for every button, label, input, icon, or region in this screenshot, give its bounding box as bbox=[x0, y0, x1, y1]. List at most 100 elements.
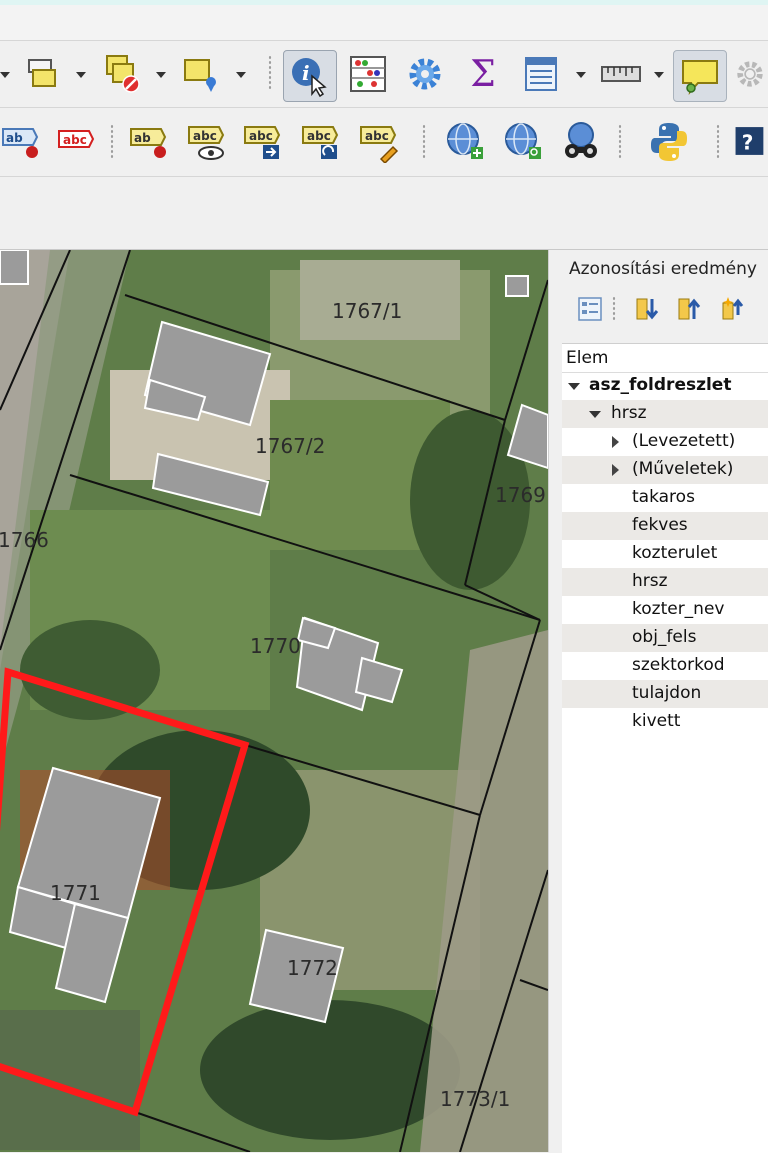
results-tree: Elem asz_foldreszlet hrsz (Levezetett) (… bbox=[562, 343, 768, 1153]
tree-item-attribute[interactable]: kozterulet bbox=[562, 540, 768, 568]
tree-item-attribute[interactable]: hrsz bbox=[562, 568, 768, 596]
toolbar-separator bbox=[110, 124, 114, 158]
attribute-name: szektorkod bbox=[632, 655, 725, 675]
python-console-button[interactable] bbox=[644, 116, 694, 166]
help-icon: ? bbox=[735, 127, 764, 155]
processing-toolbox-button[interactable] bbox=[400, 49, 450, 99]
attribute-name: kozter_nev bbox=[632, 599, 725, 619]
parcel-label: 1767/2 bbox=[255, 434, 325, 458]
sigma-icon: Σ bbox=[470, 53, 496, 95]
attribute-name: tulajdon bbox=[632, 683, 702, 703]
tree-item-attribute[interactable]: obj_fels bbox=[562, 624, 768, 652]
add-wms-layer-button[interactable] bbox=[440, 116, 490, 166]
tree-item-attribute[interactable]: takaros bbox=[562, 484, 768, 512]
rotate-label-button[interactable]: abc bbox=[296, 116, 346, 166]
binoculars-globe-icon bbox=[565, 122, 597, 158]
open-attribute-table-button[interactable] bbox=[516, 49, 566, 99]
expand-arrow-icon[interactable] bbox=[612, 464, 619, 476]
dropdown-arrow-icon[interactable] bbox=[576, 72, 586, 78]
label-move-icon: abc bbox=[244, 126, 281, 159]
expand-tree-icon bbox=[578, 297, 602, 321]
metasearch-button[interactable] bbox=[556, 116, 606, 166]
speech-bubble-icon bbox=[682, 60, 718, 96]
plugin-button-partial[interactable] bbox=[732, 49, 768, 99]
label-edit-icon: abc bbox=[360, 126, 399, 163]
svg-text:abc: abc bbox=[307, 129, 331, 143]
pin-unpin-labels-button[interactable]: ab bbox=[124, 116, 174, 166]
dropdown-arrow-icon[interactable] bbox=[76, 72, 86, 78]
parcel-label: 1767/1 bbox=[332, 299, 402, 323]
collapse-arrow-icon[interactable] bbox=[589, 411, 601, 418]
collapse-arrow-icon[interactable] bbox=[568, 383, 580, 390]
map-rendering: 1767/1 1767/2 1769 1766 1770 1771 1772 1… bbox=[0, 250, 548, 1152]
layer-name: asz_foldreszlet bbox=[589, 375, 732, 395]
select-features-button[interactable] bbox=[18, 49, 68, 99]
search-wms-button[interactable] bbox=[498, 116, 548, 166]
panel-splitter[interactable] bbox=[548, 250, 563, 1152]
aerial-trees bbox=[200, 1000, 460, 1140]
tree-item-feature[interactable]: hrsz bbox=[562, 400, 768, 428]
tree-item-attribute[interactable]: fekves bbox=[562, 512, 768, 540]
measure-line-button[interactable] bbox=[596, 49, 646, 99]
feature-name: hrsz bbox=[611, 403, 647, 423]
globe-search-icon bbox=[505, 123, 541, 159]
collapse-all-button[interactable] bbox=[674, 293, 706, 325]
map-tips-button[interactable] bbox=[673, 50, 727, 102]
move-label-button[interactable]: abc bbox=[238, 116, 288, 166]
python-icon bbox=[651, 123, 687, 161]
label-highlight-button[interactable]: abc bbox=[50, 116, 100, 166]
map-canvas[interactable]: 1767/1 1767/2 1769 1766 1770 1771 1772 1… bbox=[0, 250, 548, 1152]
expand-all-icon bbox=[636, 298, 659, 320]
panel-title: Azonosítási eredmény bbox=[569, 259, 757, 279]
parcel-label: 1769 bbox=[495, 483, 546, 507]
collapse-all-icon bbox=[678, 298, 701, 320]
tree-item-attribute[interactable]: kozter_nev bbox=[562, 596, 768, 624]
attributes-toolbar: i Σ bbox=[0, 41, 768, 108]
tree-item-group[interactable]: (Levezetett) bbox=[562, 428, 768, 456]
dropdown-arrow-icon[interactable] bbox=[156, 72, 166, 78]
select-by-location-button[interactable] bbox=[176, 49, 226, 99]
svg-text:ab: ab bbox=[6, 131, 23, 145]
deselect-features-button[interactable] bbox=[98, 49, 148, 99]
sparkle-icon bbox=[722, 297, 744, 320]
expand-arrow-icon[interactable] bbox=[612, 436, 619, 448]
aerial-trees bbox=[20, 620, 160, 720]
toolbar-separator bbox=[618, 124, 622, 158]
change-label-button[interactable]: abc bbox=[354, 116, 404, 166]
label-pin-icon: ab bbox=[2, 128, 39, 158]
show-hide-labels-button[interactable]: abc bbox=[182, 116, 232, 166]
attribute-name: obj_fels bbox=[632, 627, 697, 647]
dropdown-arrow-icon[interactable] bbox=[0, 72, 10, 78]
identify-info-icon: i bbox=[292, 58, 327, 98]
attribute-name: kozterulet bbox=[632, 543, 718, 563]
tree-column-header: Elem bbox=[562, 344, 768, 373]
labels-toolbar: ab abc ab abc abc abc abc ? bbox=[0, 108, 768, 177]
dropdown-arrow-icon[interactable] bbox=[654, 72, 664, 78]
svg-text:abc: abc bbox=[365, 129, 389, 143]
table-icon bbox=[525, 57, 557, 91]
tree-item-layer[interactable]: asz_foldreszlet bbox=[562, 372, 768, 400]
parcel-label: 1770 bbox=[250, 634, 301, 658]
label-pin-button[interactable]: ab bbox=[0, 116, 46, 166]
dropdown-arrow-icon[interactable] bbox=[236, 72, 246, 78]
attribute-name: fekves bbox=[632, 515, 688, 535]
tree-item-group[interactable]: (Műveletek) bbox=[562, 456, 768, 484]
tree-item-attribute[interactable]: kivett bbox=[562, 708, 768, 736]
tree-item-attribute[interactable]: tulajdon bbox=[562, 680, 768, 708]
tree-item-attribute[interactable]: szektorkod bbox=[562, 652, 768, 680]
expand-tree-button[interactable] bbox=[574, 293, 606, 325]
open-field-calculator-button[interactable] bbox=[343, 49, 393, 99]
help-button[interactable]: ? bbox=[734, 116, 768, 166]
svg-text:abc: abc bbox=[249, 129, 273, 143]
aerial-yard bbox=[0, 1010, 140, 1150]
parcel-label: 1771 bbox=[50, 881, 101, 905]
parcel-label: 1773/1 bbox=[440, 1087, 510, 1111]
abacus-icon bbox=[350, 56, 386, 92]
menu-bar-area bbox=[0, 5, 768, 41]
group-label: (Műveletek) bbox=[632, 459, 734, 479]
statistical-summary-button[interactable]: Σ bbox=[458, 49, 508, 99]
identify-features-button[interactable]: i bbox=[283, 50, 337, 102]
expand-all-button[interactable] bbox=[632, 293, 664, 325]
attribute-name: takaros bbox=[632, 487, 695, 507]
new-feature-form-button[interactable] bbox=[718, 293, 750, 325]
